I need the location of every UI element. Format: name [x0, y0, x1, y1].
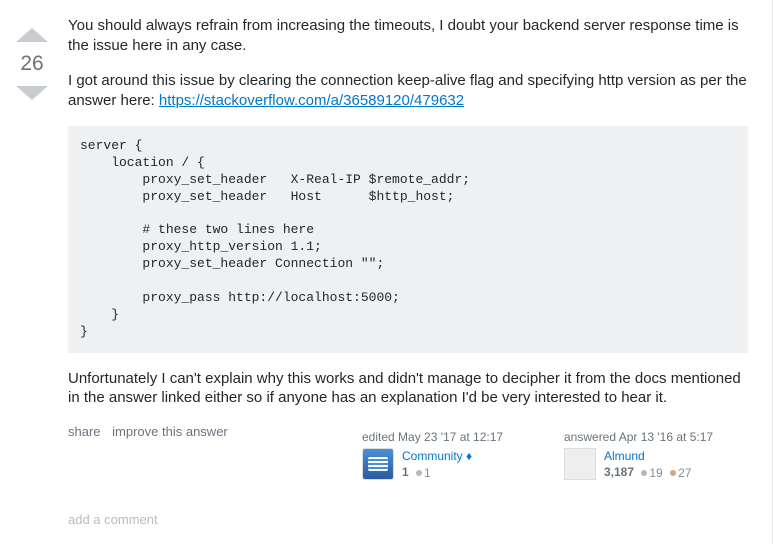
moderator-diamond-icon: ♦ [466, 449, 472, 463]
vote-column: 26 [8, 16, 56, 528]
paragraph: Unfortunately I can't explain why this w… [68, 369, 748, 408]
silver-badge-count: 1 [416, 465, 431, 482]
upvote-button[interactable] [14, 24, 50, 44]
silver-badge-icon [416, 470, 422, 476]
avatar[interactable] [362, 448, 394, 480]
bronze-badge-icon [670, 470, 676, 476]
user-details: Almund 3,187 19 27 [604, 448, 691, 482]
answer-time: answered Apr 13 '16 at 5:17 [564, 430, 742, 444]
reputation: 1 [402, 465, 409, 479]
user-name-link[interactable]: Community [402, 449, 463, 463]
add-comment-link[interactable]: add a comment [68, 512, 158, 527]
vote-score: 26 [20, 44, 43, 84]
downvote-button[interactable] [14, 84, 50, 104]
menu-links: share improve this answer [68, 424, 236, 439]
share-link[interactable]: share [68, 424, 101, 439]
bronze-badge-count: 27 [670, 465, 691, 482]
paragraph: I got around this issue by clearing the … [68, 71, 748, 110]
user-cards: edited May 23 '17 at 12:17 Community ♦ 1… [356, 424, 748, 488]
editor-card: edited May 23 '17 at 12:17 Community ♦ 1… [356, 424, 546, 488]
improve-answer-link[interactable]: improve this answer [112, 424, 228, 439]
silver-badge-count: 19 [641, 465, 662, 482]
paragraph: You should always refrain from increasin… [68, 16, 748, 55]
avatar[interactable] [564, 448, 596, 480]
code-block: server { location / { proxy_set_header X… [68, 126, 748, 353]
silver-badge-icon [641, 470, 647, 476]
edit-time[interactable]: edited May 23 '17 at 12:17 [362, 430, 540, 444]
reputation: 3,187 [604, 465, 634, 479]
post-menu: share improve this answer edited May 23 … [68, 424, 748, 488]
author-card: answered Apr 13 '16 at 5:17 Almund 3,187… [558, 424, 748, 488]
reference-link[interactable]: https://stackoverflow.com/a/36589120/479… [159, 92, 464, 109]
user-details: Community ♦ 1 1 [402, 448, 472, 482]
answer-body: You should always refrain from increasin… [56, 16, 748, 528]
answer: 26 You should always refrain from increa… [0, 0, 773, 544]
user-name-link[interactable]: Almund [604, 449, 645, 463]
